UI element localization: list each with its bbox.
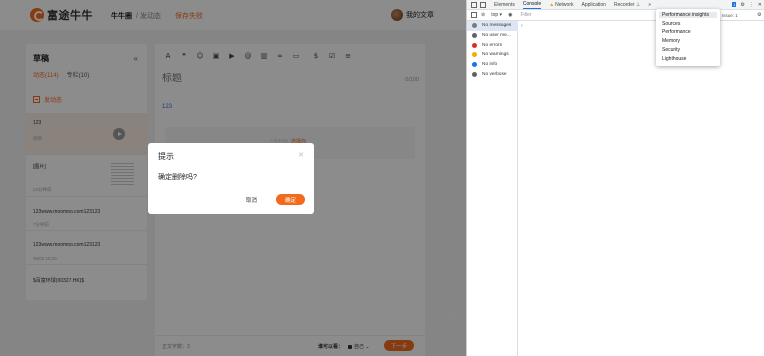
menu-item[interactable]: Sources [662,21,680,27]
confirm-button[interactable]: 确定 [276,194,305,205]
filter-level-icon [472,33,477,39]
devtools-tab-bar: Elements Console ▲Network Application Re… [467,0,764,10]
close-icon[interactable]: ✕ [298,151,304,159]
settings-icon[interactable]: ⚙ [740,2,744,8]
menu-item[interactable]: Performance [662,29,691,35]
console-filter-label: No messages [482,23,512,29]
console-sidebar: No messages No user me... No errors No warn… [467,21,518,356]
console-filter-label: No info [482,62,498,68]
clear-console-icon[interactable]: ⊘ [481,12,485,18]
console-filter-label: No verbose [482,71,507,77]
more-tabs-button[interactable]: » [648,2,651,8]
issues-counter[interactable]: Issue: 1 [722,13,738,18]
filter-level-icon [472,71,477,77]
console-filter-item[interactable]: No user me... [467,31,518,41]
filter-level-icon [472,52,477,58]
close-devtools-icon[interactable]: ✕ [758,2,762,8]
menu-item[interactable]: Memory [662,38,680,44]
tab-recorder[interactable]: Recorder ⊥ [614,2,640,8]
menu-item[interactable]: Lighthouse [662,56,686,62]
tab-network-label: Network [555,1,574,8]
console-filter-item[interactable]: No messages [467,21,518,31]
filter-level-icon [472,23,477,29]
console-filter-item[interactable]: No warnings [467,50,518,60]
warning-icon: ▲ [549,1,555,8]
cancel-button[interactable]: 取消 [238,194,265,205]
tab-console[interactable]: Console [522,1,542,9]
console-filter-label: No user me... [482,33,511,39]
console-filter-label: No warnings [482,52,509,58]
dialog-message: 确定删除吗? [158,174,197,181]
console-filter-item[interactable]: No info [467,60,518,70]
tab-elements[interactable]: Elements [494,2,515,8]
console-filter-item[interactable]: No errors [467,40,518,50]
filter-level-icon [472,62,477,68]
menu-item[interactable]: Performance insights [659,12,717,18]
dialog-title: 提示 [158,152,174,161]
more-tabs-menu: Performance insights Sources Performance Me… [656,9,720,66]
console-settings-icon[interactable]: ⚙ [757,12,761,18]
more-options-icon[interactable]: ⋮ [749,2,754,8]
filter-level-icon [472,42,477,48]
app-area: 富途牛牛 牛牛圈 / 发动态 保存失败 我的文章 草稿 « 动态(114) 专栏… [0,0,466,356]
inspect-icon[interactable] [471,1,477,8]
issues-badge[interactable]: 1 [732,2,737,7]
tab-network[interactable]: ▲Network [549,2,573,8]
sidebar-toggle-icon[interactable] [471,12,477,18]
eye-icon[interactable]: ◉ [508,12,512,18]
context-select[interactable]: top ▾ [491,12,502,18]
device-toggle-icon[interactable] [480,1,486,8]
publish-fragment: ⌄ 发布 [441,313,460,319]
devtools-actions: 1 ⚙ ⋮ ✕ [732,2,762,8]
console-filter-input[interactable]: Filter [520,12,531,18]
menu-item[interactable]: Security [662,47,680,53]
tab-application[interactable]: Application [582,2,606,8]
console-filter-item[interactable]: No verbose [467,70,518,80]
console-prompt[interactable]: › [521,23,523,29]
confirm-dialog: 提示 ✕ 确定删除吗? 取消 确定 [148,143,314,214]
console-filter-label: No errors [482,42,502,48]
